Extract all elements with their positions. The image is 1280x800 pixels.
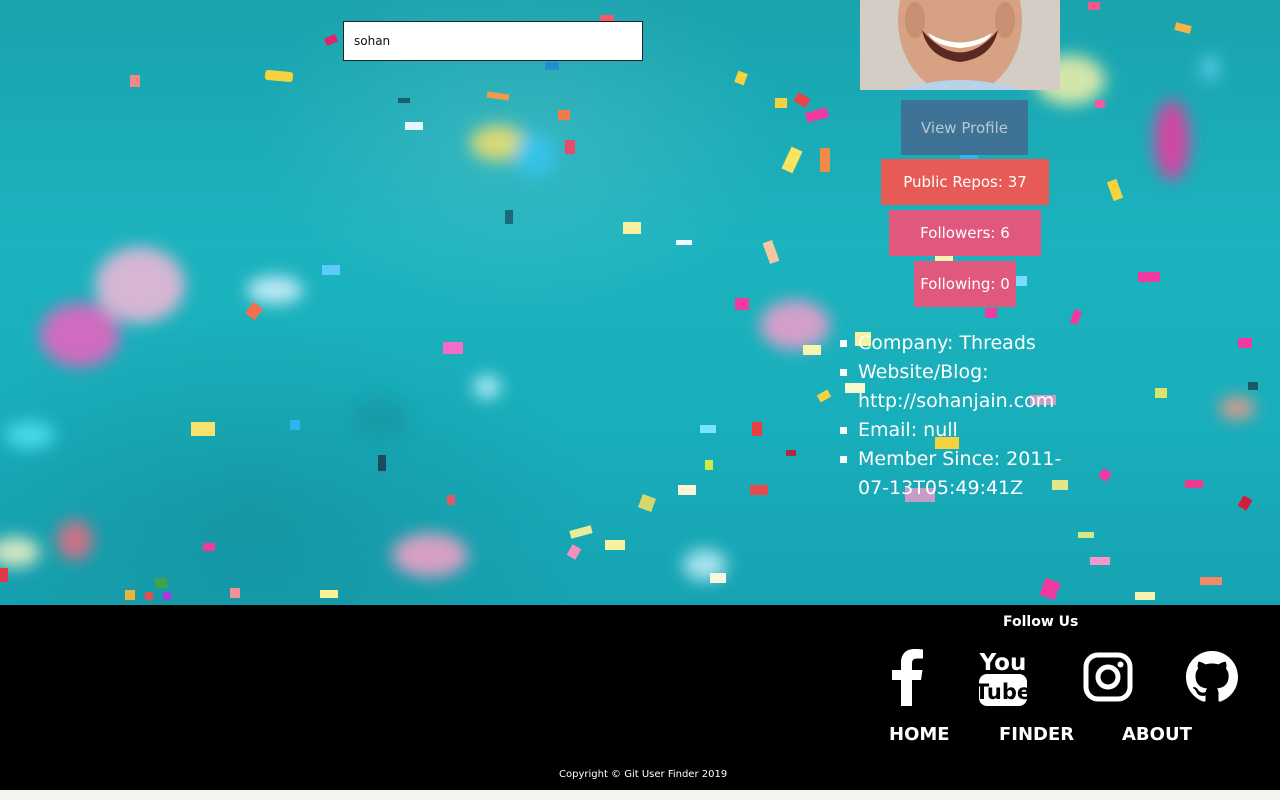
confetti-decoration bbox=[0, 2, 1258, 601]
page-bottom-strip bbox=[0, 790, 1280, 800]
nav-about[interactable]: ABOUT bbox=[1122, 724, 1192, 745]
nav-finder[interactable]: FINDER bbox=[999, 724, 1074, 745]
following-badge: Following: 0 bbox=[914, 261, 1016, 307]
footer: Follow Us You Tube HOME FINDER ABOUT Cop… bbox=[0, 605, 1280, 790]
follow-us-title: Follow Us bbox=[1003, 614, 1079, 630]
avatar bbox=[860, 0, 1060, 90]
view-profile-button[interactable]: View Profile bbox=[901, 100, 1028, 155]
public-repos-badge: Public Repos: 37 bbox=[881, 159, 1049, 205]
confetti-background: View Profile Public Repos: 37 Followers:… bbox=[0, 0, 1280, 605]
youtube-word-top: You bbox=[979, 650, 1027, 676]
youtube-word-bottom: Tube bbox=[977, 680, 1029, 704]
user-photo bbox=[860, 0, 1060, 90]
search-input[interactable] bbox=[343, 21, 643, 61]
nav-home[interactable]: HOME bbox=[889, 724, 950, 745]
detail-member-since: Member Since: 2011-07-13T05:49:41Z bbox=[840, 445, 1070, 503]
instagram-icon[interactable] bbox=[1080, 645, 1136, 709]
detail-website: Website/Blog: http://sohanjain.com bbox=[840, 358, 1070, 416]
user-details-list: Company: Threads Website/Blog: http://so… bbox=[840, 329, 1070, 503]
followers-badge: Followers: 6 bbox=[889, 210, 1041, 256]
github-icon[interactable] bbox=[1184, 645, 1240, 709]
detail-company: Company: Threads bbox=[840, 329, 1070, 358]
detail-email: Email: null bbox=[840, 416, 1070, 445]
youtube-icon[interactable]: You Tube bbox=[975, 645, 1031, 709]
facebook-icon[interactable] bbox=[879, 645, 935, 709]
copyright-text: Copyright © Git User Finder 2019 bbox=[559, 769, 728, 780]
